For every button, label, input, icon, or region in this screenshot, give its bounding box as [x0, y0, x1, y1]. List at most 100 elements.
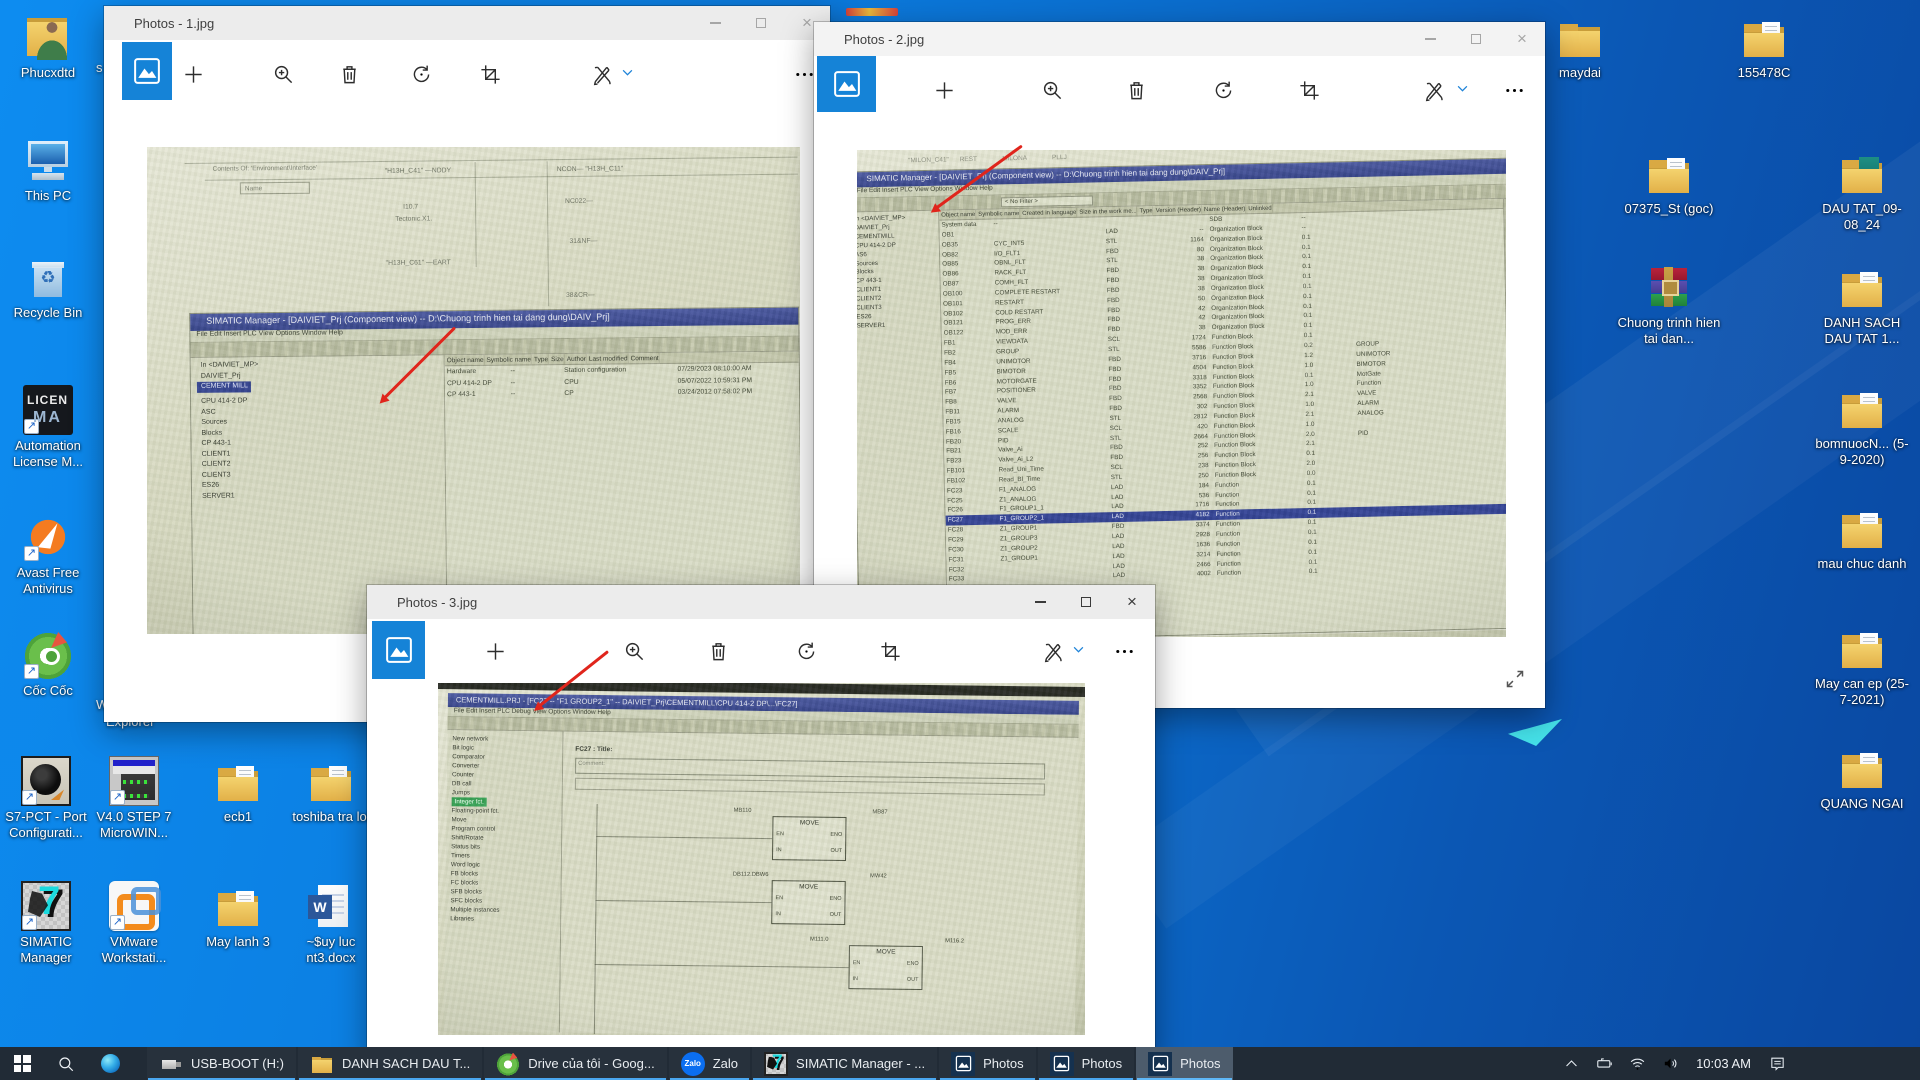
taskbar-app-label: Photos — [983, 1056, 1023, 1071]
taskbar-app-button[interactable]: Zalo — [669, 1047, 750, 1080]
rotate-button[interactable] — [1199, 66, 1247, 114]
shortcut-arrow-icon: ↗ — [22, 790, 37, 805]
close-button[interactable]: × — [1109, 585, 1155, 619]
taskbar-app-button[interactable]: USB-BOOT (H:) — [147, 1047, 296, 1080]
add-to-button[interactable] — [169, 50, 217, 98]
desktop-icon-label: DANH SACH DAU TAT 1... — [1810, 315, 1914, 347]
taskbar-app-button[interactable]: Photos — [1136, 1047, 1232, 1080]
wifi-icon[interactable] — [1624, 1051, 1650, 1077]
desktop-icon[interactable]: ↗ mau chuc danh — [1810, 503, 1914, 572]
more-button[interactable] — [1100, 627, 1148, 675]
maximize-button[interactable] — [1063, 585, 1109, 619]
taskbar-clock[interactable]: 10:03 AM — [1690, 1056, 1757, 1071]
photo1-ladder-right: NCON— "H13H_C11"NC022—31&NF—38&CR— — [147, 147, 797, 150]
tray-chevron-up-icon[interactable] — [1558, 1051, 1584, 1077]
desktop-icon[interactable]: ↗ V4.0 STEP 7 MicroWIN... — [86, 756, 182, 841]
desktop-icon[interactable]: ↗ This PC — [0, 135, 96, 204]
draw-button[interactable] — [1410, 66, 1458, 114]
list-header: Last modified — [587, 353, 629, 363]
edge-icon — [101, 1054, 120, 1073]
minimize-button[interactable] — [1017, 585, 1063, 619]
crop-button[interactable] — [866, 627, 914, 675]
photos-toolbar — [814, 56, 1545, 124]
taskbar-app-button[interactable]: Photos — [1038, 1047, 1134, 1080]
crop-button[interactable] — [466, 50, 514, 98]
delete-button[interactable] — [1112, 66, 1160, 114]
taskbar-search-button[interactable] — [44, 1047, 88, 1080]
taskbar-app-button[interactable]: DANH SACH DAU T... — [298, 1047, 482, 1080]
fullscreen-button[interactable] — [1502, 667, 1528, 693]
close-button[interactable]: × — [1499, 22, 1545, 56]
window-titlebar[interactable]: Photos - 3.jpg × — [367, 585, 1155, 619]
taskbar-app-button[interactable]: Photos — [939, 1047, 1035, 1080]
window-titlebar[interactable]: Photos - 1.jpg × — [104, 6, 830, 40]
draw-button[interactable] — [1029, 627, 1077, 675]
action-center-icon[interactable] — [1764, 1051, 1790, 1077]
desktop-icon[interactable]: ↗ bomnuocN... (5-9-2020) — [1810, 383, 1914, 468]
tree-item: CEMENT MILL — [197, 381, 251, 392]
list-header: Size — [549, 354, 565, 364]
desktop-icon[interactable]: ↗ Automation License M... — [0, 385, 96, 470]
delete-button[interactable] — [694, 627, 742, 675]
taskbar-app-button[interactable]: SIMATIC Manager - ... — [752, 1047, 937, 1080]
desktop-icon[interactable]: ↗ 155478C — [1712, 12, 1816, 81]
zoom-button[interactable] — [610, 627, 658, 675]
add-to-button[interactable] — [471, 627, 519, 675]
see-all-photos-button[interactable] — [122, 42, 172, 100]
comment-box — [575, 778, 1045, 796]
delete-button[interactable] — [325, 50, 373, 98]
see-all-photos-button[interactable] — [817, 56, 876, 112]
desktop-icon[interactable]: ↗ DAU TAT_09-08_24 — [1810, 148, 1914, 233]
photo-canvas-2[interactable]: "MILON_C41" REST MILONA PLLJ SIMATIC Man… — [857, 150, 1506, 637]
desktop-icon-image: ↗ — [109, 881, 159, 931]
taskbar-app-button[interactable]: Drive của tôi - Goog... — [484, 1047, 666, 1080]
draw-dropdown-chevron-icon[interactable] — [620, 65, 635, 80]
desktop-icon[interactable]: ↗ toshiba tra loi — [283, 756, 379, 825]
desktop-icon[interactable]: ↗ Avast Free Antivirus — [0, 512, 96, 597]
desktop-icon[interactable]: ↗ Chuong trinh hien tai dan... — [1617, 262, 1721, 347]
maximize-button[interactable] — [1453, 22, 1499, 56]
crop-icon — [479, 63, 502, 86]
see-all-photos-button[interactable] — [372, 621, 425, 679]
more-button[interactable] — [1490, 66, 1538, 114]
desktop-icon[interactable]: ↗ Phucxdtd — [0, 12, 96, 81]
photo-canvas-1[interactable]: Contents Of: 'Environment\Interface' Nam… — [147, 147, 800, 634]
desktop-icon[interactable]: ↗ DANH SACH DAU TAT 1... — [1810, 262, 1914, 347]
desktop-icon[interactable]: ↗ May lanh 3 — [190, 881, 286, 950]
list-header: Comment — [628, 353, 659, 363]
minimize-button[interactable] — [692, 6, 738, 40]
photo-canvas-3[interactable]: CEMENTMILL.PRJ - [FC27 -- "F1 GROUP2_1" … — [438, 683, 1085, 1035]
draw-dropdown-chevron-icon[interactable] — [1455, 81, 1470, 96]
desktop-icon-label: May can ep (25-7-2021) — [1810, 676, 1914, 708]
battery-icon[interactable] — [1591, 1051, 1617, 1077]
desktop-icon[interactable]: ↗ Recycle Bin — [0, 252, 96, 321]
desktop-icon-label: May lanh 3 — [190, 934, 286, 950]
desktop-icon[interactable]: ↗ ~$uy luc nt3.docx — [283, 881, 379, 966]
desktop-icon-label: mau chuc danh — [1810, 556, 1914, 572]
desktop-icon[interactable]: ↗ May can ep (25-7-2021) — [1810, 623, 1914, 708]
list-header: Type — [1138, 206, 1154, 215]
add-to-button[interactable] — [920, 66, 968, 114]
window-titlebar[interactable]: Photos - 2.jpg × — [814, 22, 1545, 56]
crop-button[interactable] — [1285, 66, 1333, 114]
zoom-button[interactable] — [259, 50, 307, 98]
ladder-move-box: MOVE EN ENO IN OUT M111.0 M116.2 — [848, 945, 923, 990]
minimize-button[interactable] — [1407, 22, 1453, 56]
draw-dropdown-chevron-icon[interactable] — [1071, 642, 1086, 657]
desktop-icon[interactable]: ↗ Cốc Cốc — [0, 630, 96, 699]
desktop-icon[interactable]: ↗ ecb1 — [190, 756, 286, 825]
desktop-icon[interactable]: ↗ SIMATIC Manager — [0, 881, 94, 966]
rotate-button[interactable] — [782, 627, 830, 675]
start-button[interactable] — [0, 1047, 44, 1080]
rotate-button[interactable] — [397, 50, 445, 98]
maximize-button[interactable] — [738, 6, 784, 40]
desktop-icon[interactable]: ↗ VMware Workstati... — [86, 881, 182, 966]
draw-button[interactable] — [578, 50, 626, 98]
taskbar-edge-button[interactable] — [88, 1047, 132, 1080]
photo2-project-tree: In <DAIVIET_MP> DAIVIET_Prj CEMENTMILL C… — [857, 211, 948, 637]
desktop-icon[interactable]: ↗ S7-PCT - Port Configurati... — [0, 756, 94, 841]
zoom-button[interactable] — [1028, 66, 1076, 114]
volume-icon[interactable] — [1657, 1051, 1683, 1077]
desktop-icon[interactable]: ↗ 07375_St (goc) — [1617, 148, 1721, 217]
desktop-icon[interactable]: ↗ QUANG NGAI — [1810, 743, 1914, 812]
